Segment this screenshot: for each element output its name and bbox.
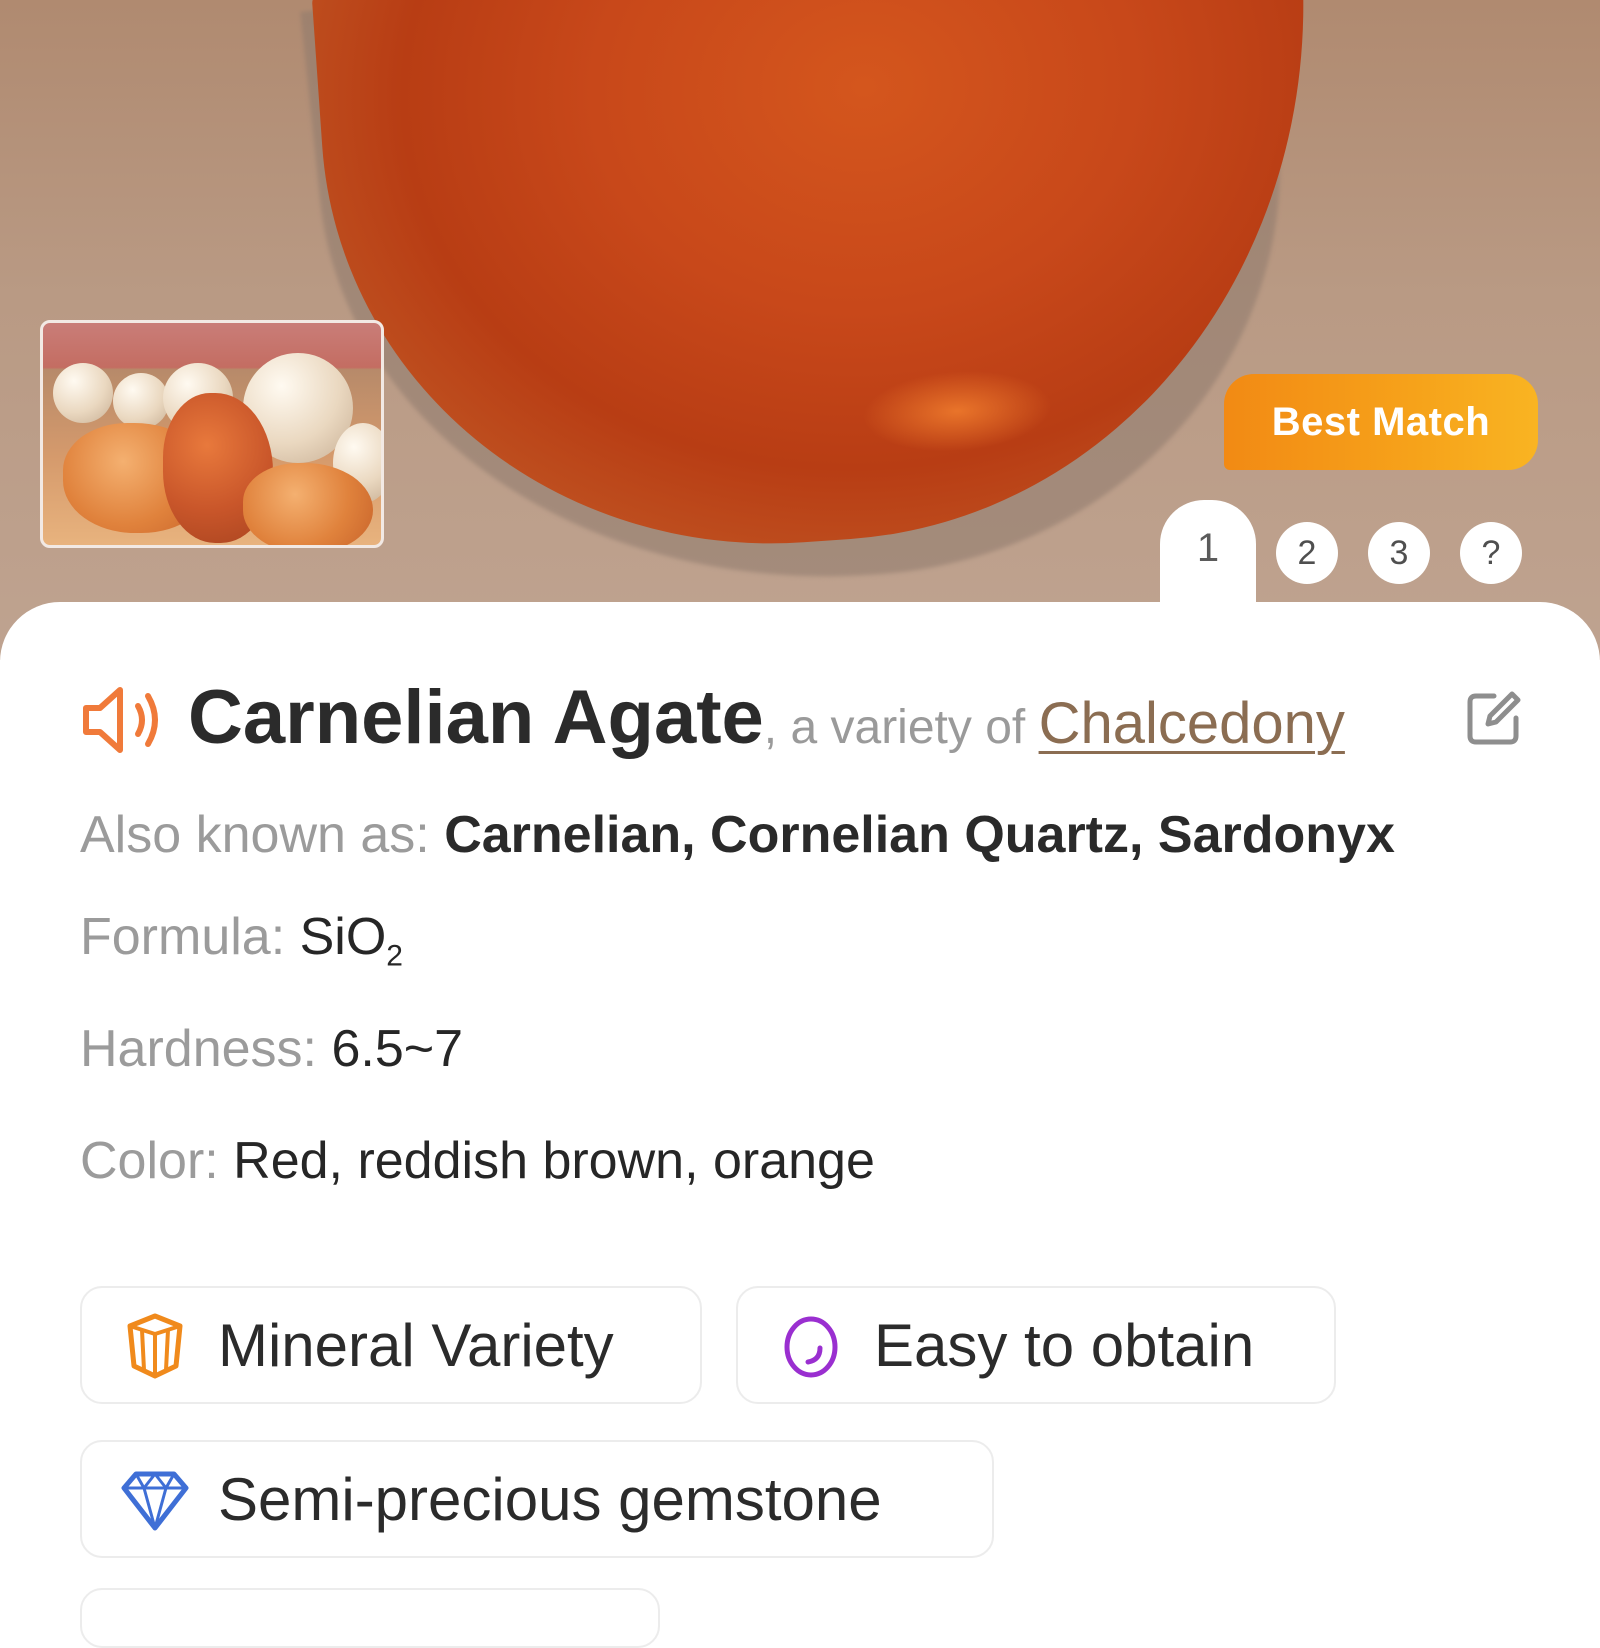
color-label: Color: bbox=[80, 1132, 234, 1190]
hardness-label: Hardness: bbox=[80, 1020, 332, 1078]
thumb-pearl bbox=[53, 363, 113, 423]
result-title-row: Carnelian Agate, a variety of Chalcedony bbox=[80, 668, 1540, 768]
hardness-value: 6.5~7 bbox=[331, 1020, 464, 1078]
page-title: Carnelian Agate, a variety of Chalcedony bbox=[188, 668, 1345, 778]
tag-easy-to-obtain[interactable]: Easy to obtain bbox=[736, 1286, 1336, 1404]
tag-partially-visible[interactable] bbox=[80, 1588, 660, 1648]
photo-stone bbox=[310, 0, 1340, 574]
tag-mineral-variety[interactable]: Mineral Variety bbox=[80, 1286, 702, 1404]
tab-result-2[interactable]: 2 bbox=[1276, 522, 1338, 584]
formula-subscript: 2 bbox=[386, 939, 403, 973]
color-value: Red, reddish brown, orange bbox=[233, 1132, 875, 1190]
also-known-as-label: Also known as: bbox=[80, 806, 445, 864]
variety-prefix: , a variety of bbox=[763, 701, 1039, 754]
tag-label: Easy to obtain bbox=[874, 1311, 1255, 1379]
tag-semi-precious-gemstone[interactable]: Semi-precious gemstone bbox=[80, 1440, 994, 1558]
variety-link[interactable]: Chalcedony bbox=[1039, 691, 1345, 756]
tab-result-unknown[interactable]: ? bbox=[1460, 522, 1522, 584]
formula-row: Formula: SiO2 bbox=[80, 902, 403, 991]
mineral-name: Carnelian Agate bbox=[188, 675, 764, 760]
hardness-row: Hardness: 6.5~7 bbox=[80, 1014, 463, 1084]
best-match-badge: Best Match bbox=[1224, 374, 1538, 470]
tag-label: Semi-precious gemstone bbox=[218, 1465, 882, 1533]
formula-value: SiO bbox=[299, 908, 387, 966]
tab-result-3[interactable]: 3 bbox=[1368, 522, 1430, 584]
also-known-as-value: Carnelian, Cornelian Quartz, Sardonyx bbox=[444, 806, 1395, 864]
tab-result-1-label: 1 bbox=[1196, 526, 1220, 570]
formula-label: Formula: bbox=[80, 908, 300, 966]
also-known-as-row: Also known as: Carnelian, Cornelian Quar… bbox=[80, 800, 1395, 870]
user-photo-thumbnail[interactable] bbox=[40, 320, 384, 548]
tag-label: Mineral Variety bbox=[218, 1311, 614, 1379]
diamond-icon bbox=[121, 1471, 189, 1531]
color-row: Color: Red, reddish brown, orange bbox=[80, 1126, 875, 1196]
thumb-pearl bbox=[113, 373, 169, 429]
speaker-icon[interactable] bbox=[80, 682, 166, 758]
crystal-icon bbox=[127, 1313, 183, 1379]
edit-icon[interactable] bbox=[1464, 688, 1524, 748]
egg-icon bbox=[784, 1316, 838, 1378]
